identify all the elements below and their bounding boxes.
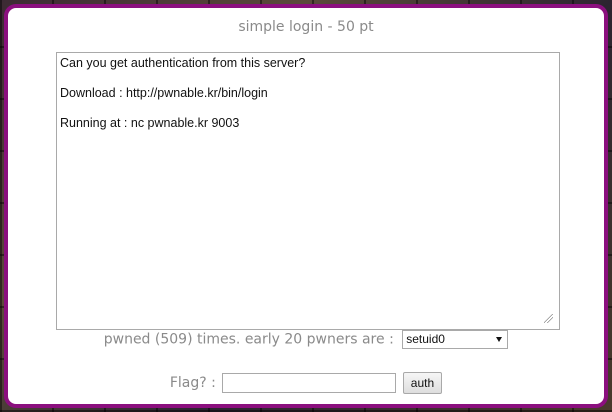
chevron-down-icon bbox=[496, 337, 503, 342]
resize-grip-icon[interactable] bbox=[544, 314, 553, 323]
challenge-description[interactable]: Can you get authentication from this ser… bbox=[56, 52, 560, 330]
flag-input[interactable] bbox=[222, 373, 397, 393]
auth-button[interactable]: auth bbox=[402, 372, 443, 394]
challenge-dialog: simple login - 50 pt Can you get authent… bbox=[4, 4, 608, 408]
pwner-select[interactable]: setuid0 bbox=[402, 330, 509, 349]
pwner-select-value: setuid0 bbox=[406, 332, 445, 346]
pwned-info-row: pwned (509) times. early 20 pwners are :… bbox=[8, 330, 604, 352]
flag-row: Flag? : auth bbox=[8, 372, 604, 396]
flag-label: Flag? : bbox=[169, 375, 216, 391]
challenge-title: simple login - 50 pt bbox=[238, 19, 374, 35]
pwned-count-label: pwned (509) times. early 20 pwners are : bbox=[103, 331, 394, 348]
